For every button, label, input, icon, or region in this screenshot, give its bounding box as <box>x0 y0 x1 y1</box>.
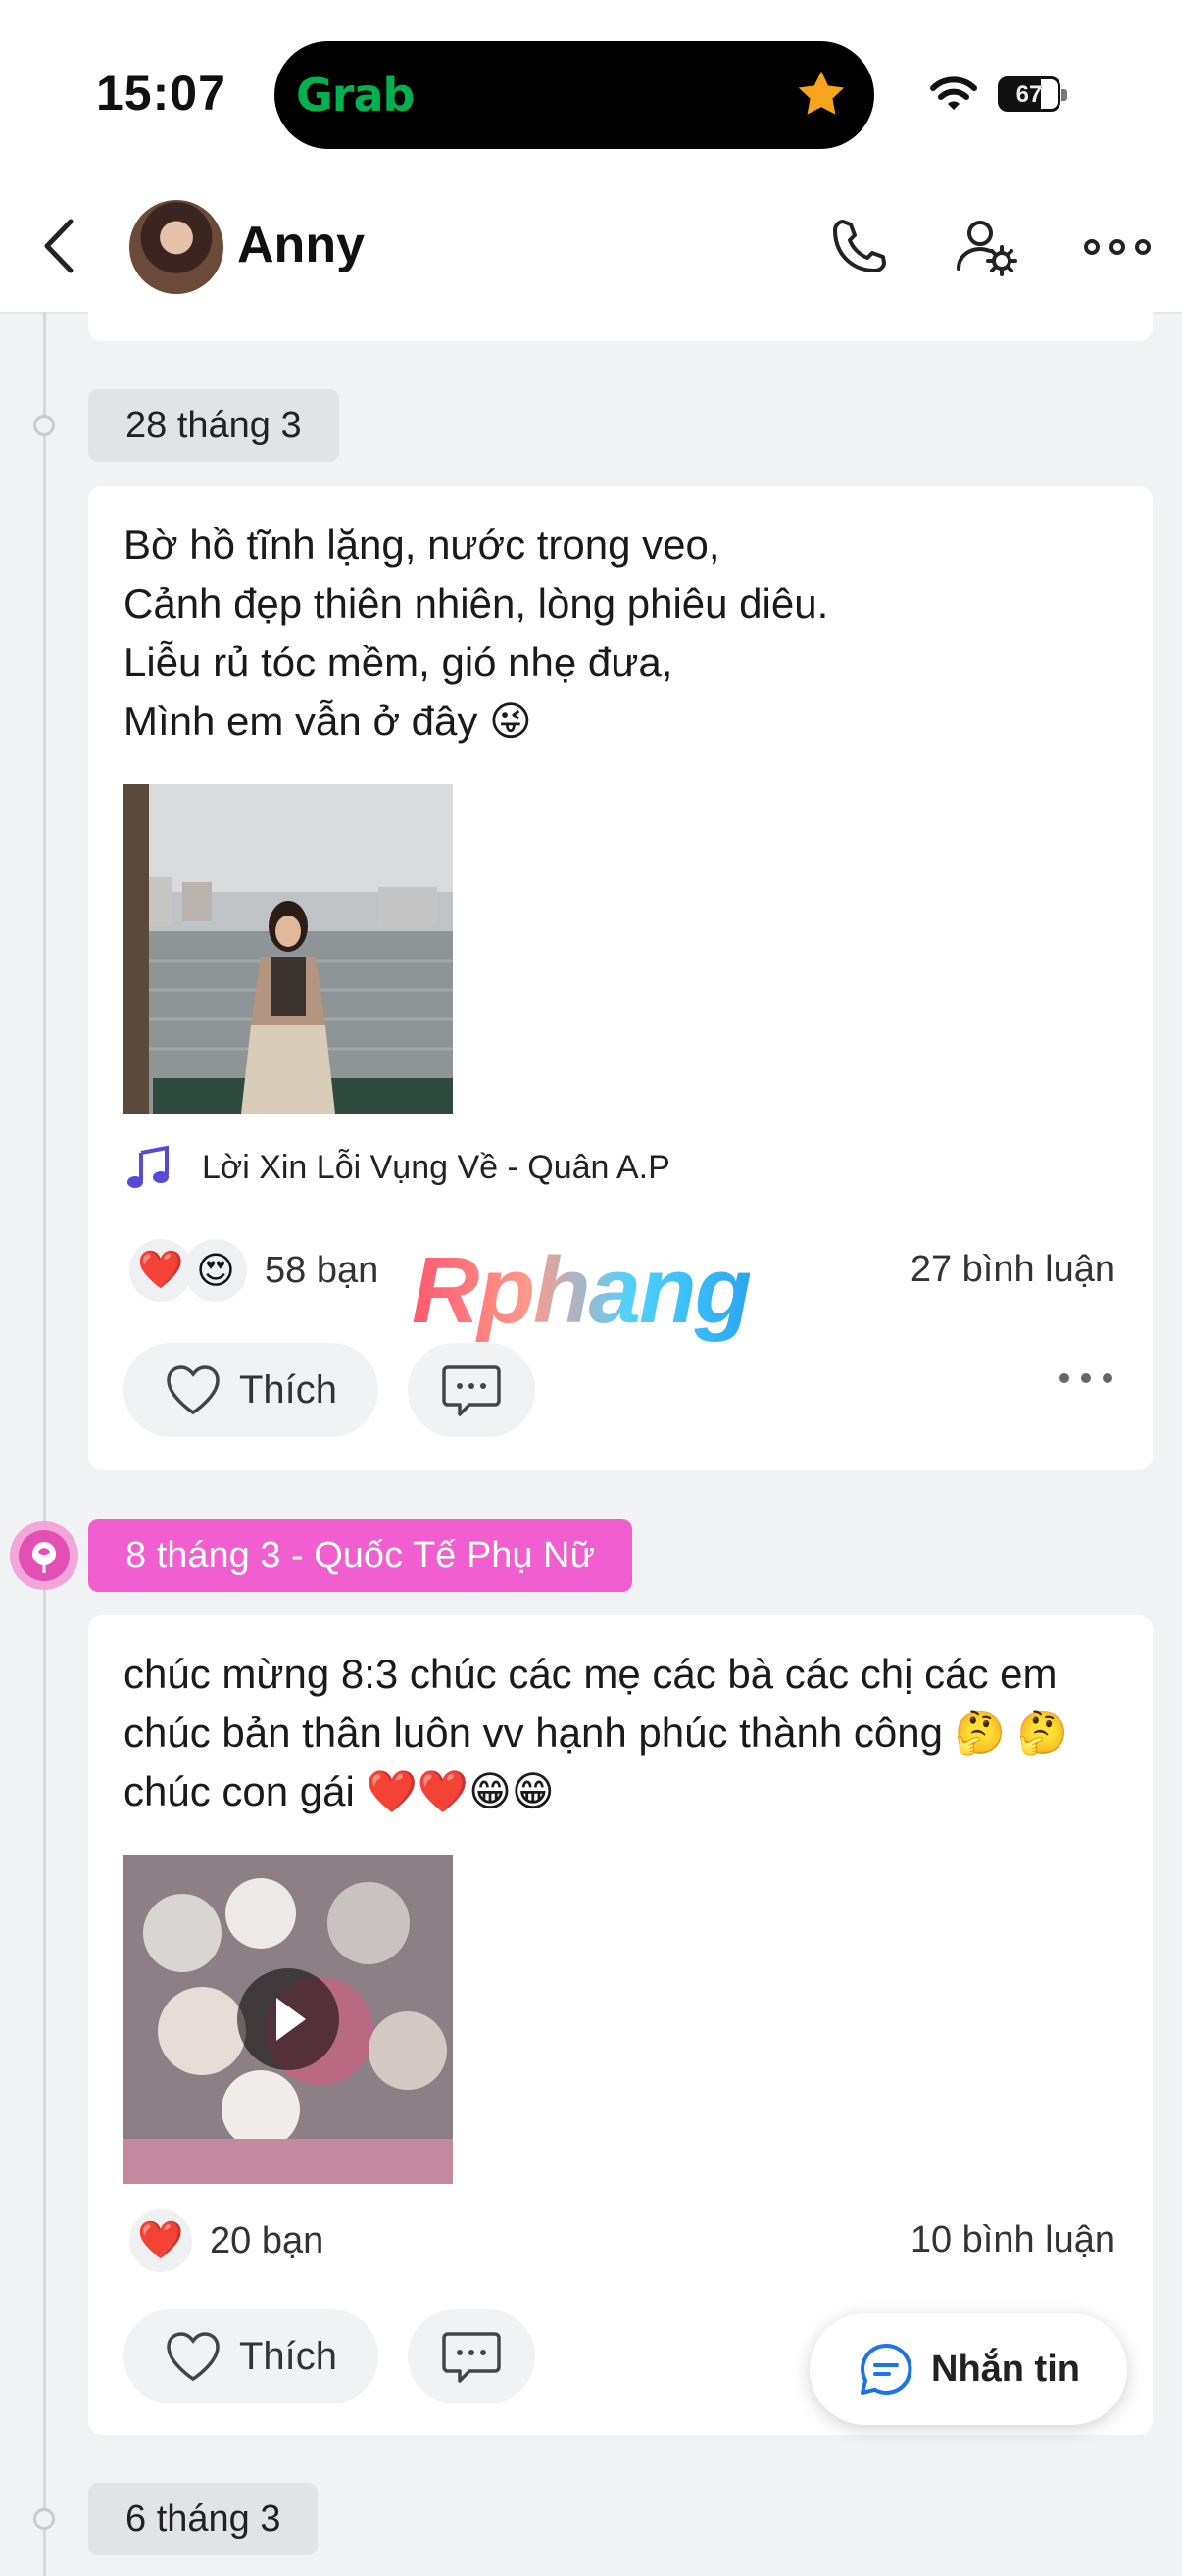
post-text: Bờ hồ tĩnh lặng, nước trong veo, Cảnh đẹ… <box>123 521 829 744</box>
reaction-count: 58 bạn <box>265 1249 379 1291</box>
comment-icon <box>442 2332 501 2383</box>
date-label: 6 tháng 3 <box>88 2483 319 2555</box>
chat-bubble-icon <box>861 2343 912 2395</box>
battery-indicator: 67 <box>998 76 1067 112</box>
post-video-thumbnail[interactable] <box>123 1855 453 2184</box>
timeline-dot <box>33 2508 55 2530</box>
message-label: Nhắn tin <box>931 2348 1080 2390</box>
rose-marker <box>10 1521 78 1590</box>
timeline-dot <box>33 415 55 436</box>
message-button[interactable]: Nhắn tin <box>810 2313 1127 2425</box>
post-text: chúc mừng 8:3 chúc các mẹ các bà các chị… <box>123 1651 1068 1814</box>
reaction-count: 20 bạn <box>210 2219 324 2261</box>
heart-reaction-icon: ❤️ <box>129 1239 192 1302</box>
like-label: Thích <box>238 2334 338 2378</box>
watermark-logo: Rphang <box>412 1238 752 1343</box>
music-title: Lời Xin Lỗi Vụng Về - Quân A.P <box>202 1148 670 1186</box>
user-settings-icon[interactable] <box>953 212 1023 282</box>
date-label: 28 tháng 3 <box>88 389 339 462</box>
star-icon <box>798 71 845 115</box>
comment-button[interactable] <box>408 1343 535 1437</box>
back-arrow-icon[interactable] <box>35 214 84 278</box>
comment-count[interactable]: 27 bình luận <box>911 1249 1115 1291</box>
music-note-icon <box>127 1145 169 1188</box>
wifi-icon <box>930 76 977 110</box>
like-button[interactable]: Thích <box>123 2309 378 2403</box>
status-bar: 15:07 Grab 67 <box>0 0 1182 186</box>
status-time: 15:07 <box>96 66 226 121</box>
profile-name[interactable]: Anny <box>237 216 365 274</box>
like-label: Thích <box>238 1367 338 1412</box>
dynamic-island[interactable]: Grab <box>274 41 874 149</box>
post-card[interactable]: chúc mừng 8:3 chúc các mẹ các bà các chị… <box>88 1615 1153 2435</box>
phone-icon[interactable] <box>823 212 894 282</box>
heart-reaction-icon: ❤️ <box>129 2209 192 2272</box>
like-button[interactable]: Thích <box>123 1343 378 1437</box>
grab-badge: Grab <box>296 69 415 122</box>
heart-outline-icon <box>167 1365 220 1415</box>
previous-post-card <box>88 312 1153 341</box>
battery-level: 67 <box>1015 81 1043 108</box>
timeline-line <box>43 312 46 2576</box>
chat-header: Anny <box>0 186 1182 314</box>
post-photo[interactable] <box>123 784 453 1114</box>
music-row[interactable]: Lời Xin Lỗi Vụng Về - Quân A.P <box>123 1143 670 1192</box>
comment-count[interactable]: 10 bình luận <box>911 2219 1115 2261</box>
post-more-icon[interactable] <box>1059 1368 1113 1388</box>
more-options-icon[interactable] <box>1082 212 1153 282</box>
date-label-womens-day: 8 tháng 3 - Quốc Tế Phụ Nữ <box>88 1519 632 1592</box>
rose-icon <box>32 1542 56 1573</box>
reaction-summary[interactable]: ❤️ 😍 58 bạn <box>129 1239 378 1302</box>
reaction-summary[interactable]: ❤️ 20 bạn <box>129 2209 323 2272</box>
avatar[interactable] <box>129 200 223 294</box>
heart-outline-icon <box>167 2332 220 2382</box>
comment-icon <box>442 1365 501 1416</box>
comment-button[interactable] <box>408 2309 535 2403</box>
love-eyes-reaction-icon: 😍 <box>184 1239 247 1302</box>
